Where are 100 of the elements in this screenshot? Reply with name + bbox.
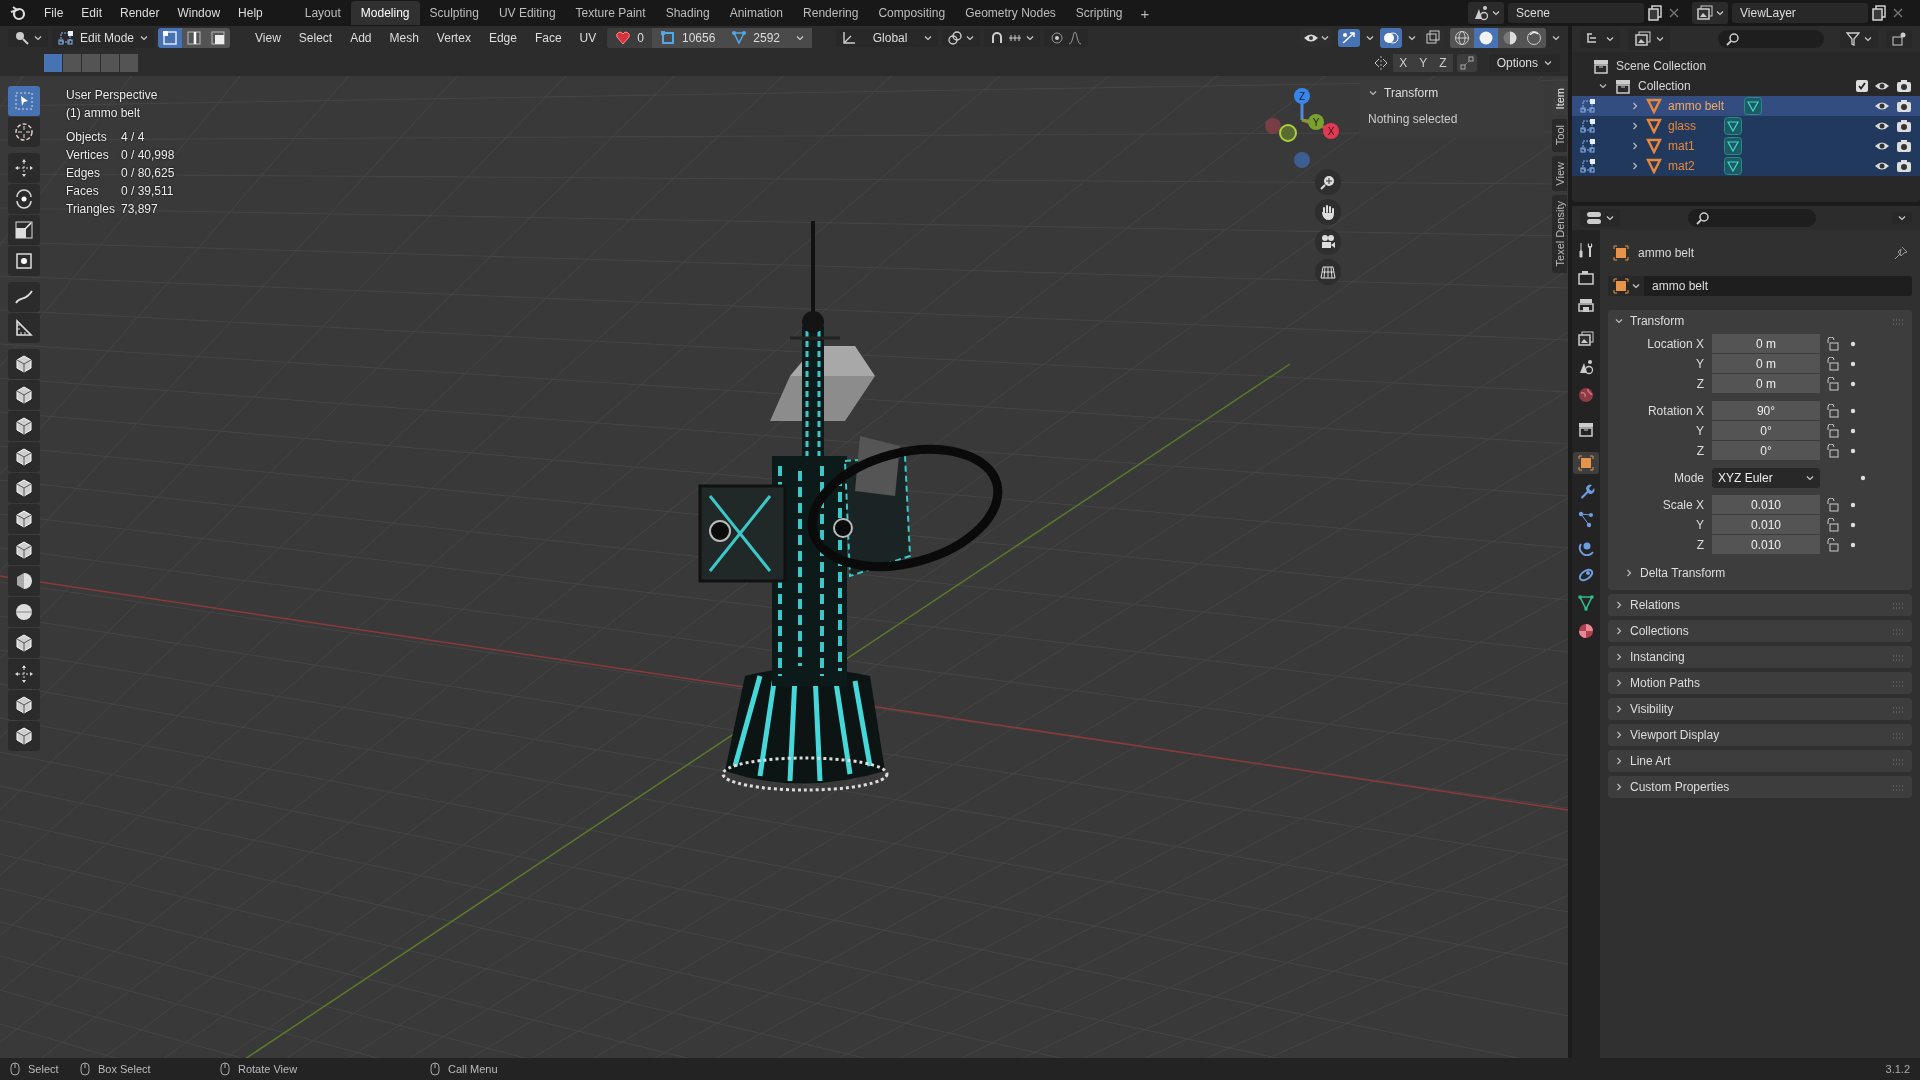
search-field[interactable] bbox=[1688, 209, 1816, 227]
workspace-tab[interactable]: Scripting bbox=[1065, 1, 1133, 25]
face-select-button[interactable] bbox=[206, 28, 230, 48]
lock-icon[interactable] bbox=[1826, 356, 1840, 371]
auto-merge-button[interactable] bbox=[1456, 54, 1477, 72]
number-field[interactable]: 0.010 bbox=[1712, 515, 1820, 534]
keyframe-dot-icon[interactable] bbox=[1850, 407, 1856, 414]
pivot-button[interactable] bbox=[942, 29, 981, 47]
navigation-gizmo[interactable]: Y Z X bbox=[1256, 84, 1348, 176]
counter-field[interactable]: 0 bbox=[607, 28, 652, 48]
panel-title[interactable]: Motion Paths bbox=[1630, 676, 1701, 690]
tool-button[interactable] bbox=[8, 566, 40, 596]
tool-button[interactable] bbox=[8, 282, 40, 312]
proportional-edit-button[interactable] bbox=[1044, 29, 1089, 47]
options-dropdown[interactable]: Options bbox=[1488, 54, 1560, 72]
drag-handle-icon[interactable] bbox=[1892, 733, 1906, 739]
copy-icon[interactable] bbox=[1648, 5, 1664, 21]
tool-button[interactable] bbox=[8, 721, 40, 751]
edit-mode-icon[interactable] bbox=[1580, 138, 1596, 154]
subpanel-title[interactable]: Delta Transform bbox=[1640, 566, 1726, 580]
outliner-item[interactable]: Scene Collection bbox=[1616, 59, 1707, 73]
number-field[interactable]: 0° bbox=[1712, 441, 1820, 460]
chevron-right-icon[interactable] bbox=[1614, 626, 1624, 636]
tool-button[interactable] bbox=[8, 215, 40, 245]
tool-button[interactable] bbox=[8, 380, 40, 410]
chevron-down-icon[interactable] bbox=[1368, 88, 1378, 98]
chevron-right-icon[interactable] bbox=[1614, 678, 1624, 688]
lock-icon[interactable] bbox=[1826, 376, 1840, 391]
mode-dropdown[interactable]: XYZ Euler bbox=[1712, 467, 1820, 488]
lock-icon[interactable] bbox=[1826, 336, 1840, 351]
menu-item[interactable]: Window bbox=[169, 3, 229, 23]
drag-handle-icon[interactable] bbox=[1892, 629, 1906, 635]
tool-button[interactable] bbox=[8, 313, 40, 343]
keyframe-dot-icon[interactable] bbox=[1850, 541, 1856, 548]
number-field[interactable]: 0 m bbox=[1712, 374, 1820, 393]
scene-selector[interactable] bbox=[1468, 2, 1504, 24]
selection-mode-group[interactable] bbox=[44, 54, 139, 72]
panel-title[interactable]: Line Art bbox=[1630, 754, 1671, 768]
chevron-right-icon[interactable] bbox=[1614, 600, 1624, 610]
tool-button[interactable] bbox=[8, 473, 40, 503]
close-icon[interactable] bbox=[1668, 7, 1680, 19]
add-workspace-button[interactable]: + bbox=[1132, 1, 1158, 25]
outliner-item[interactable]: Collection bbox=[1638, 79, 1691, 93]
menu-item[interactable]: View bbox=[248, 29, 288, 47]
edit-mode-icon[interactable] bbox=[1580, 158, 1596, 174]
grid-view-button[interactable] bbox=[1315, 259, 1341, 285]
keyframe-dot-icon[interactable] bbox=[1850, 340, 1856, 347]
camera-view-button[interactable] bbox=[1315, 229, 1341, 255]
workspace-tab[interactable]: UV Editing bbox=[488, 1, 566, 25]
vertex-select-button[interactable] bbox=[158, 28, 182, 48]
axis-toggle[interactable]: X bbox=[1393, 54, 1414, 72]
keyframe-dot-icon[interactable] bbox=[1850, 521, 1856, 528]
snap-button[interactable] bbox=[984, 29, 1041, 47]
zoom-button[interactable] bbox=[1315, 169, 1341, 195]
mesh-data-icon[interactable] bbox=[1724, 137, 1742, 155]
edit-mode-icon[interactable] bbox=[1580, 118, 1596, 134]
camera-icon[interactable] bbox=[1896, 79, 1912, 93]
counter-dropdown[interactable] bbox=[788, 28, 813, 48]
filter-button[interactable] bbox=[1840, 30, 1878, 48]
menu-item[interactable]: Face bbox=[527, 29, 569, 47]
workspace-tab[interactable]: Layout bbox=[294, 1, 351, 25]
lock-icon[interactable] bbox=[1826, 443, 1840, 458]
menu-item[interactable]: Mesh bbox=[382, 29, 426, 47]
menu-item[interactable]: Edge bbox=[481, 29, 524, 47]
keyframe-dot-icon[interactable] bbox=[1850, 501, 1856, 508]
outliner-row[interactable]: glass bbox=[1572, 116, 1920, 136]
view-layer-field[interactable]: ViewLayer bbox=[1732, 3, 1868, 23]
axis-toggle[interactable]: Y bbox=[1413, 54, 1434, 72]
keyframe-dot-icon[interactable] bbox=[1850, 360, 1856, 367]
copy-icon[interactable] bbox=[1872, 5, 1888, 21]
menu-item[interactable]: Help bbox=[230, 3, 271, 23]
display-mode-button[interactable] bbox=[1628, 28, 1670, 50]
app-logo-icon[interactable] bbox=[10, 5, 26, 21]
chevron-right-icon[interactable] bbox=[1624, 568, 1634, 578]
search-field[interactable] bbox=[1718, 30, 1824, 48]
workspace-tab[interactable]: Modeling bbox=[350, 1, 420, 25]
chevron-right-icon[interactable] bbox=[1614, 652, 1624, 662]
drag-handle-icon[interactable] bbox=[1892, 655, 1906, 661]
keyframe-dot-icon[interactable] bbox=[1850, 427, 1856, 434]
mode-dropdown[interactable]: Edit Mode bbox=[52, 28, 154, 48]
tool-button[interactable] bbox=[8, 411, 40, 441]
edit-mode-icon[interactable] bbox=[58, 30, 74, 46]
menu-item[interactable]: Render bbox=[112, 3, 168, 23]
menu-item[interactable]: Vertex bbox=[429, 29, 478, 47]
number-field[interactable]: 0 m bbox=[1712, 354, 1820, 373]
tool-button[interactable] bbox=[8, 504, 40, 534]
menu-item[interactable]: Select bbox=[291, 29, 340, 47]
keyframe-dot-icon[interactable] bbox=[1850, 447, 1856, 454]
new-collection-button[interactable] bbox=[1886, 30, 1912, 48]
menu-item[interactable]: UV bbox=[572, 29, 604, 47]
keyframe-dot-icon[interactable] bbox=[1850, 380, 1856, 387]
number-field[interactable]: 0 m bbox=[1712, 334, 1820, 353]
tool-button[interactable] bbox=[8, 628, 40, 658]
tool-button[interactable] bbox=[8, 184, 40, 214]
sidebar-tab[interactable]: Texel Density bbox=[1552, 195, 1567, 273]
camera-icon[interactable] bbox=[1896, 119, 1912, 133]
tool-button[interactable] bbox=[8, 535, 40, 565]
mesh-data-icon[interactable] bbox=[1744, 97, 1762, 115]
pan-button[interactable] bbox=[1315, 199, 1341, 225]
camera-icon[interactable] bbox=[1896, 99, 1912, 113]
